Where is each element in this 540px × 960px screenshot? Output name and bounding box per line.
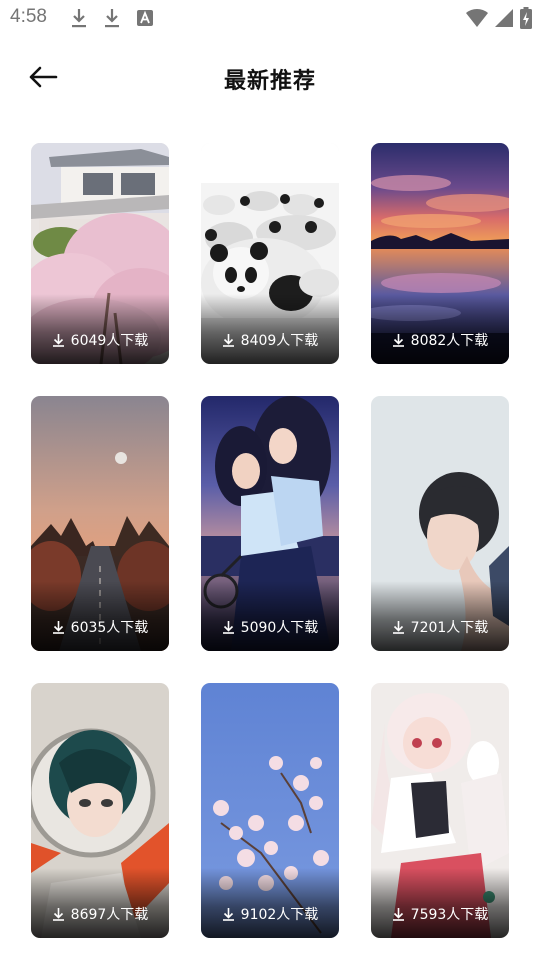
caption-gradient [371, 581, 509, 651]
download-count: 7201人下载 [371, 617, 509, 637]
text-a-icon [136, 7, 154, 29]
download-count-label: 7201人下载 [410, 620, 489, 636]
download-count-label: 8697人下载 [70, 907, 149, 923]
caption-gradient [201, 868, 339, 938]
signal-icon [494, 8, 514, 28]
download-count: 7593人下载 [371, 904, 509, 924]
download-count: 5090人下载 [201, 617, 339, 637]
wallpaper-card[interactable]: 8082人下载 [371, 143, 509, 364]
battery-charging-icon [520, 7, 532, 29]
download-count-label: 6035人下载 [70, 620, 149, 636]
caption-gradient [201, 581, 339, 651]
caption-gradient [371, 294, 509, 364]
wallpaper-card[interactable]: 6035人下载 [31, 396, 169, 651]
download-count: 8697人下载 [31, 904, 169, 924]
caption-gradient [31, 868, 169, 938]
wallpaper-card[interactable]: 8409人下载 [201, 143, 339, 364]
download-icon [392, 907, 405, 921]
status-right-group [466, 6, 532, 30]
download-icon [222, 907, 235, 921]
wallpaper-card[interactable]: 6049人下载 [31, 143, 169, 364]
download-icon [222, 620, 235, 634]
status-time: 4:58 [10, 6, 47, 27]
download-count: 6035人下载 [31, 617, 169, 637]
caption-gradient [201, 294, 339, 364]
download-count: 8082人下载 [371, 330, 509, 350]
status-bar: 4:58 [0, 0, 540, 36]
wallpaper-card[interactable]: 7593人下载 [371, 683, 509, 938]
download-icon [392, 333, 405, 347]
wallpaper-card[interactable]: 7201人下载 [371, 396, 509, 651]
download-count-label: 9102人下载 [240, 907, 319, 923]
download-count: 6049人下载 [31, 330, 169, 350]
download-notification-icon [70, 7, 88, 29]
caption-gradient [31, 294, 169, 364]
download-count: 9102人下载 [201, 904, 339, 924]
download-count-label: 7593人下载 [410, 907, 489, 923]
download-icon [392, 620, 405, 634]
wifi-icon [466, 8, 488, 28]
download-icon [52, 907, 65, 921]
wallpaper-card[interactable]: 5090人下载 [201, 396, 339, 651]
download-count-label: 8409人下载 [240, 333, 319, 349]
wallpaper-grid: 6049人下载 8409人下载 8082人下载 6035人下载 5090人下载 … [31, 143, 509, 938]
download-count-label: 6049人下载 [70, 333, 149, 349]
wallpaper-card[interactable]: 8697人下载 [31, 683, 169, 938]
caption-gradient [31, 581, 169, 651]
download-count-label: 8082人下载 [410, 333, 489, 349]
wallpaper-card[interactable]: 9102人下载 [201, 683, 339, 938]
download-icon [222, 333, 235, 347]
download-notification-icon [103, 7, 121, 29]
page-title: 最新推荐 [223, 69, 316, 94]
download-icon [52, 333, 65, 347]
header: 最新推荐 [0, 50, 540, 106]
download-count-label: 5090人下载 [240, 620, 319, 636]
download-count: 8409人下载 [201, 330, 339, 350]
caption-gradient [371, 868, 509, 938]
download-icon [52, 620, 65, 634]
